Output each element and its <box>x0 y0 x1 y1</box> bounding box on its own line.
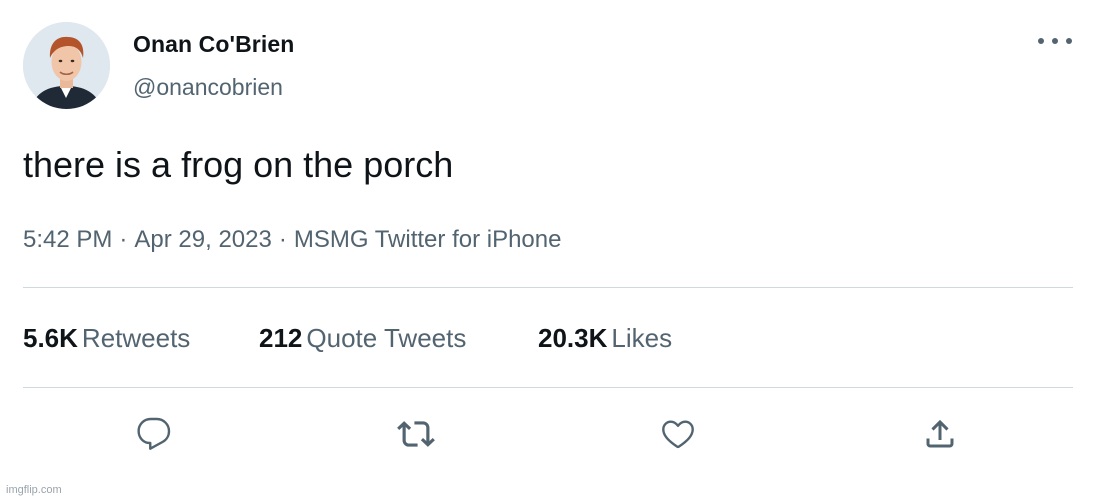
avatar[interactable] <box>23 22 110 109</box>
likes-stat[interactable]: 20.3K Likes <box>538 323 672 354</box>
quote-tweets-label: Quote Tweets <box>306 323 467 353</box>
avatar-image <box>23 22 110 109</box>
quote-tweets-count: 212 <box>259 323 303 353</box>
tweet-text: there is a frog on the porch <box>23 144 454 185</box>
retweet-button[interactable] <box>396 414 436 454</box>
tweet-meta: 5:42 PM · Apr 29, 2023 · MSMG Twitter for iP… <box>23 226 561 254</box>
more-dot <box>1052 38 1058 44</box>
retweets-label: Retweets <box>81 323 191 353</box>
meta-separator: · <box>278 226 287 253</box>
retweets-stat[interactable]: 5.6K Retweets <box>23 323 190 354</box>
reply-icon <box>137 417 171 450</box>
reply-button[interactable] <box>134 414 174 454</box>
tweet-time[interactable]: 5:42 PM <box>23 226 112 253</box>
divider <box>23 387 1073 388</box>
watermark: imgflip.com <box>6 484 62 496</box>
share-button[interactable] <box>920 414 960 454</box>
like-button[interactable] <box>658 414 698 454</box>
display-name[interactable]: Onan Co'Brien <box>133 31 294 58</box>
like-icon <box>662 420 694 449</box>
meta-separator: · <box>119 226 128 253</box>
more-dot <box>1038 38 1044 44</box>
divider <box>23 287 1073 288</box>
quote-tweets-stat[interactable]: 212 Quote Tweets <box>259 323 466 354</box>
retweets-count: 5.6K <box>23 323 78 353</box>
tweet-source[interactable]: MSMG Twitter for iPhone <box>294 226 562 253</box>
share-icon <box>926 419 954 448</box>
more-dot <box>1066 38 1072 44</box>
likes-count: 20.3K <box>538 323 608 353</box>
tweet-date[interactable]: Apr 29, 2023 <box>134 226 271 253</box>
likes-label: Likes <box>611 323 673 353</box>
user-handle[interactable]: @onancobrien <box>133 74 283 101</box>
retweet-icon <box>397 421 435 447</box>
more-options-icon[interactable] <box>1038 34 1072 48</box>
